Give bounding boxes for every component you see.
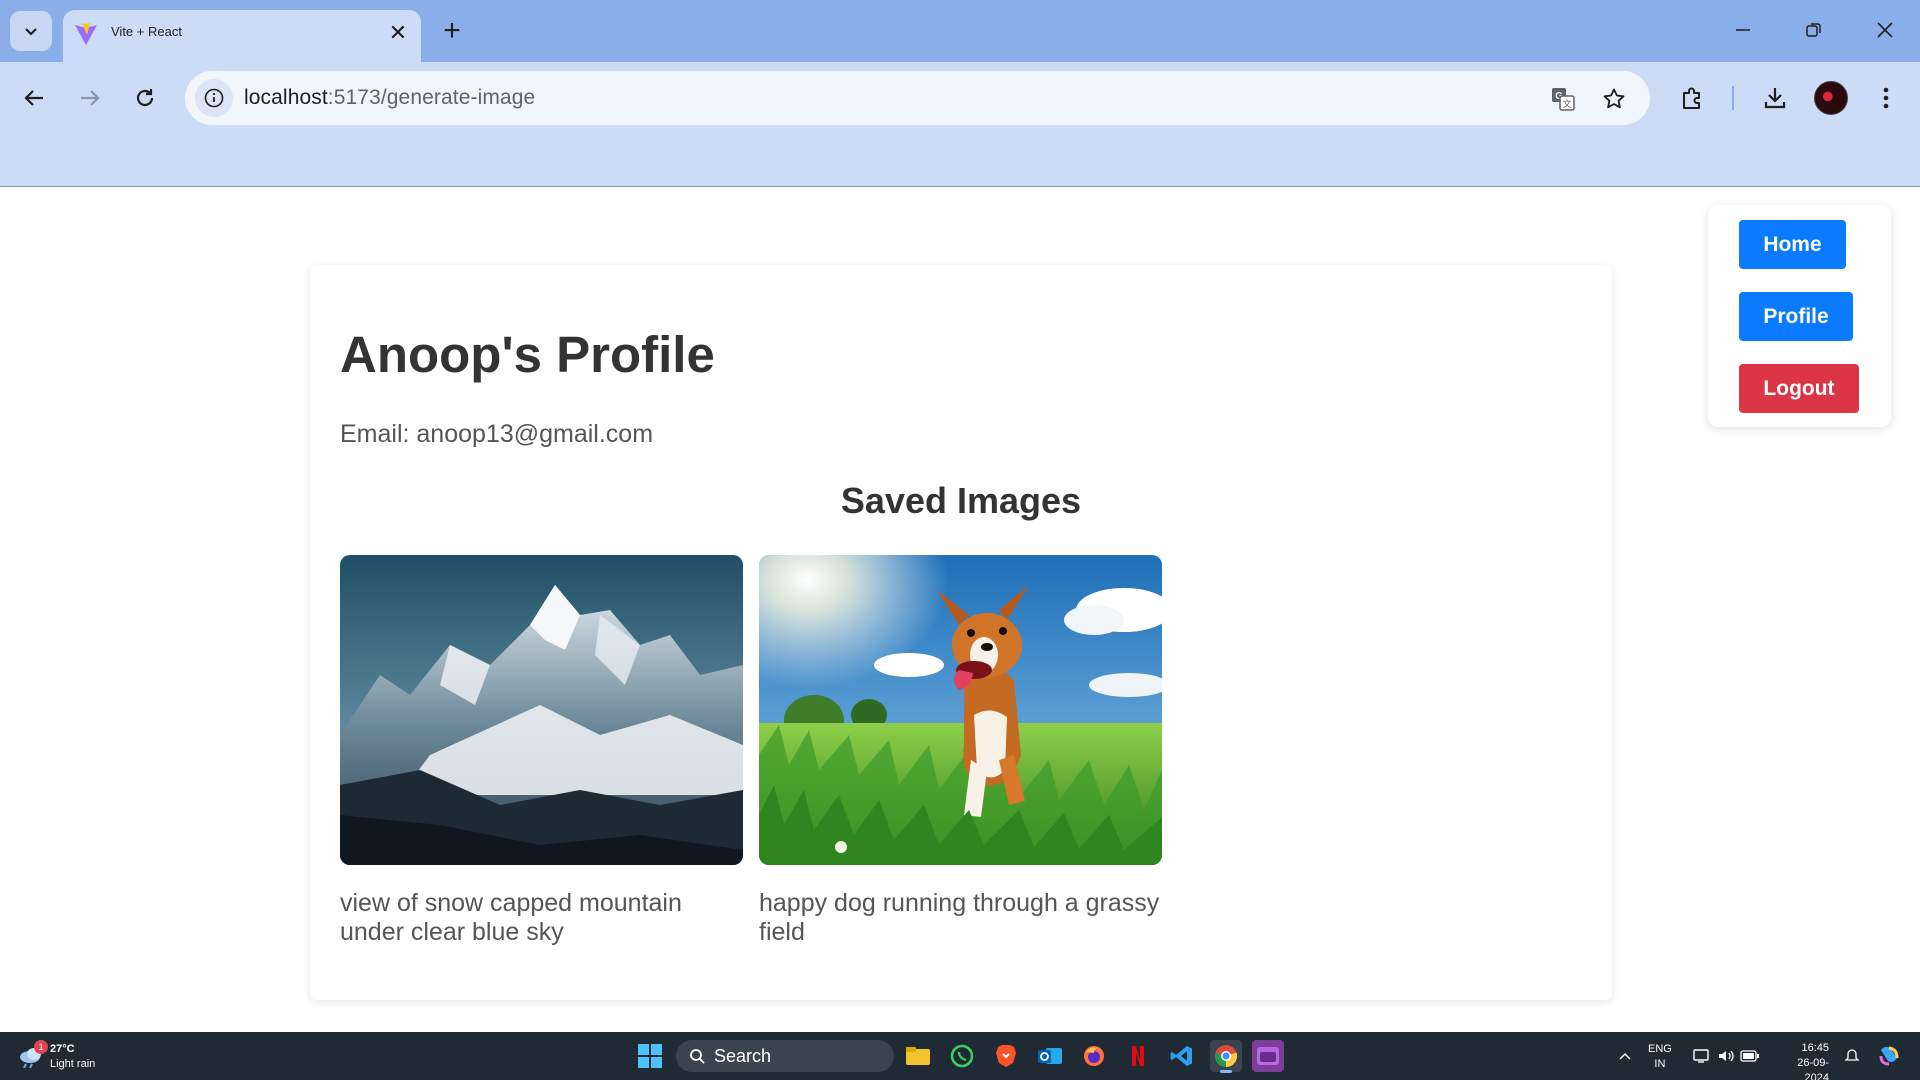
close-icon [1877, 22, 1893, 38]
browser-tab[interactable]: Vite + React ✕ [63, 10, 421, 62]
site-info-button[interactable] [195, 79, 233, 117]
profile-email: Email: anoop13@gmail.com [340, 420, 654, 448]
close-tab-icon[interactable]: ✕ [385, 20, 411, 46]
search-icon [688, 1047, 706, 1065]
vscode-icon[interactable] [1166, 1040, 1198, 1072]
toolbar-divider [1732, 86, 1734, 110]
active-app-indicator [1220, 1070, 1232, 1073]
language-code: ENG [1648, 1043, 1672, 1055]
restore-button[interactable] [1789, 10, 1839, 50]
clock-time: 16:45 [1801, 1042, 1829, 1054]
restore-icon [1806, 23, 1821, 37]
logout-button[interactable]: Logout [1739, 364, 1859, 413]
mountain-image[interactable] [340, 555, 743, 865]
star-icon [1603, 88, 1625, 109]
reload-icon [136, 89, 154, 107]
arrow-left-icon [24, 90, 43, 106]
page-title: Anoop's Profile [340, 326, 715, 383]
url-text: localhost:5173/generate-image [244, 86, 535, 110]
battery-icon[interactable] [1740, 1046, 1760, 1066]
os-taskbar: 1 27°C Light rain Search ENG IN 16:45 26… [0, 1032, 1920, 1080]
volume-icon[interactable] [1716, 1046, 1736, 1066]
minimize-icon [1736, 29, 1750, 31]
taskbar-search[interactable]: Search [676, 1040, 894, 1072]
netflix-icon[interactable] [1122, 1040, 1154, 1072]
info-icon [204, 88, 224, 108]
chevron-down-icon [25, 28, 37, 36]
weather-temp: 27°C [50, 1043, 75, 1055]
saved-image-card[interactable]: happy dog running through a grassy field [759, 555, 1162, 947]
clock-date: 26-09-2024 [1797, 1057, 1829, 1080]
copilot-icon[interactable] [1876, 1043, 1902, 1069]
side-menu: Home Profile Logout [1708, 205, 1891, 427]
system-clock[interactable]: 16:45 26-09-2024 [1773, 1041, 1829, 1080]
dog-image[interactable] [759, 555, 1162, 865]
outlook-icon[interactable] [1034, 1040, 1066, 1072]
url-host: localhost [244, 86, 328, 109]
browser-menu-button[interactable] [1866, 78, 1906, 118]
reload-button[interactable] [125, 78, 165, 118]
new-tab-button[interactable]: + [438, 14, 466, 48]
arrow-right-icon [81, 90, 100, 106]
chevron-up-icon[interactable] [1615, 1046, 1635, 1066]
taskbar-search-label: Search [714, 1045, 772, 1066]
whatsapp-icon[interactable] [946, 1040, 978, 1072]
weather-badge: 1 [34, 1040, 48, 1054]
bookmark-button[interactable] [1599, 84, 1629, 114]
image-caption: view of snow capped mountain under clear… [340, 889, 682, 946]
language-region: IN [1654, 1058, 1666, 1070]
notification-icon[interactable] [1842, 1046, 1862, 1066]
language-indicator[interactable]: ENG IN [1648, 1042, 1672, 1072]
saved-image-card[interactable]: view of snow capped mountain under clear… [340, 555, 743, 947]
image-caption: happy dog running through a grassy field [759, 889, 1160, 946]
tab-search-button[interactable] [10, 11, 52, 51]
saved-images-heading: Saved Images [840, 480, 1082, 521]
translate-icon: G文 [1552, 88, 1575, 111]
chrome-icon[interactable] [1210, 1040, 1242, 1073]
download-icon [1764, 88, 1786, 109]
home-button[interactable]: Home [1739, 220, 1846, 269]
puzzle-icon [1683, 87, 1700, 109]
more-vertical-icon [1883, 87, 1889, 109]
svg-text:文: 文 [1562, 98, 1571, 109]
address-bar[interactable]: localhost:5173/generate-image G文 [185, 71, 1650, 125]
close-window-button[interactable] [1860, 10, 1910, 50]
file-explorer-icon[interactable] [902, 1040, 934, 1072]
profile-avatar[interactable] [1814, 81, 1848, 115]
vite-logo-icon [75, 23, 97, 45]
brave-icon[interactable] [990, 1040, 1022, 1072]
tab-title: Vite + React [111, 24, 182, 39]
windows-start-icon[interactable] [638, 1044, 662, 1068]
back-button[interactable] [14, 78, 54, 118]
translate-button[interactable]: G文 [1548, 84, 1578, 114]
firefox-icon[interactable] [1078, 1040, 1110, 1072]
downloads-button[interactable] [1755, 78, 1795, 118]
forward-button[interactable] [70, 78, 110, 118]
minimize-button[interactable] [1718, 10, 1768, 50]
clipchamp-icon[interactable] [1252, 1040, 1284, 1072]
url-path: :5173/generate-image [327, 86, 536, 109]
profile-button[interactable]: Profile [1739, 292, 1853, 341]
network-icon[interactable] [1692, 1046, 1712, 1066]
weather-desc: Light rain [50, 1058, 96, 1070]
browser-tabbar: Vite + React ✕ + [0, 0, 1920, 62]
extensions-button[interactable] [1672, 78, 1712, 118]
browser-toolbar: localhost:5173/generate-image G文 [0, 62, 1920, 187]
page-content: Anoop's Profile Email: anoop13@gmail.com… [0, 188, 1920, 1032]
profile-card: Anoop's Profile Email: anoop13@gmail.com… [310, 265, 1612, 1000]
weather-widget[interactable]: 1 27°C Light rain [18, 1040, 118, 1074]
